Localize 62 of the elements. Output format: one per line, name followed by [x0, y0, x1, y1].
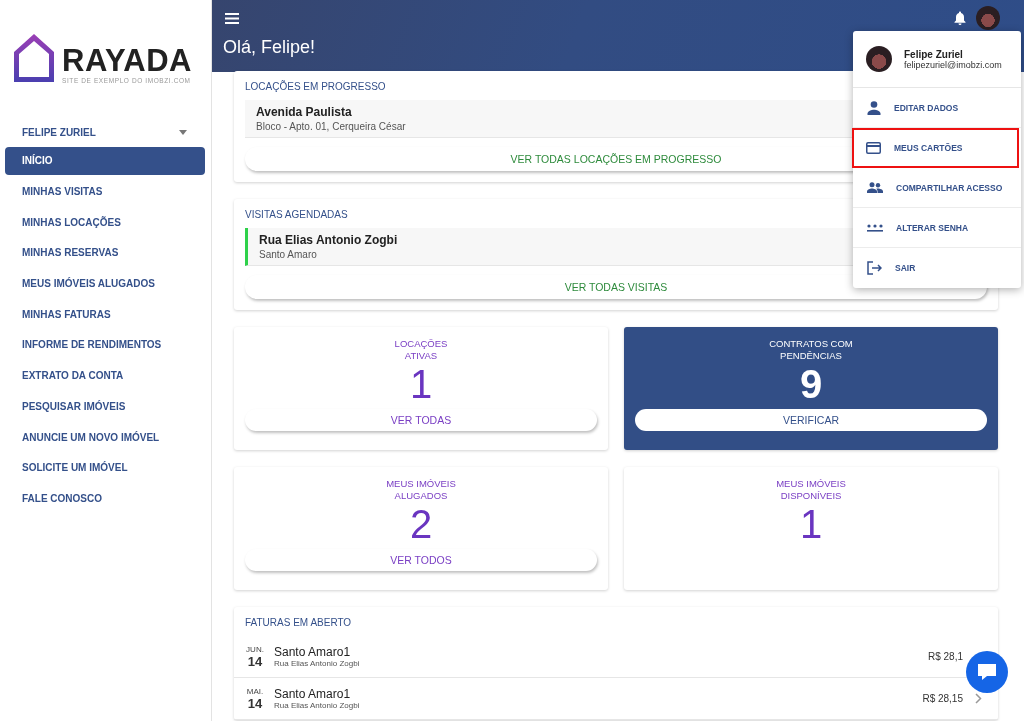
menu-item[interactable]: EDITAR DADOS	[853, 88, 1021, 128]
nav-item[interactable]: MINHAS VISITAS	[5, 178, 205, 207]
stat-label: CONTRATOS COM PENDÊNCIAS	[768, 338, 854, 362]
house-logo-icon	[12, 32, 56, 84]
nav-item[interactable]: INFORME DE RENDIMENTOS	[5, 331, 205, 360]
view-all-button[interactable]: VER TODAS VISITAS	[245, 275, 987, 299]
user-name: Felipe Zuriel	[904, 48, 964, 60]
logout-icon	[867, 261, 882, 275]
nav-item[interactable]: EXTRATO DA CONTA	[5, 362, 205, 391]
invoice-title: Santo Amaro1	[274, 687, 352, 701]
user-email: felipezuriel@imobzi.com	[904, 59, 1002, 70]
stat-button[interactable]: VER TODOS	[245, 549, 597, 571]
nav-item[interactable]: PESQUISAR IMÓVEIS	[5, 392, 205, 421]
item-subtitle: Bloco - Apto. 01, Cerqueira César	[256, 121, 406, 132]
nav-item[interactable]: MEUS IMÓVEIS ALUGADOS	[5, 270, 205, 299]
item-title: Avenida Paulista	[256, 105, 352, 119]
greeting: Olá, Felipe!	[223, 36, 316, 58]
stat-value: 1	[798, 502, 824, 546]
stat-button[interactable]: VER TODAS	[245, 409, 597, 431]
password-icon	[867, 223, 883, 232]
card-title: VISITAS AGENDADAS	[245, 209, 349, 220]
stat-label: MEUS IMÓVEIS DISPONÍVEIS	[775, 478, 847, 502]
invoice-address: Rua Elias Antonio Zogbi	[274, 701, 361, 710]
menu-item[interactable]: MEUS CARTÕES	[852, 128, 1019, 168]
nav-item[interactable]: SOLICITE UM IMÓVEL	[5, 454, 205, 483]
invoice-day: 14	[247, 695, 263, 711]
caret-icon	[179, 129, 187, 135]
invoice-amount: R$ 28,15	[922, 693, 963, 704]
nav-item[interactable]: MINHAS LOCAÇÕES	[5, 208, 205, 237]
card-title: FATURAS EM ABERTO	[245, 617, 353, 628]
stat-label: LOCAÇÕES ATIVAS	[393, 338, 449, 362]
nav-item[interactable]: ANUNCIE UM NOVO IMÓVEL	[5, 423, 205, 452]
people-icon	[867, 182, 883, 193]
menu-item[interactable]: ALTERAR SENHA	[853, 208, 1021, 248]
person-icon	[867, 100, 881, 115]
stat-label: MEUS IMÓVEIS ALUGADOS	[385, 478, 457, 502]
card-title: LOCAÇÕES EM PROGRESSO	[245, 81, 387, 92]
stat-button[interactable]: VERIFICAR	[635, 409, 987, 431]
user-dropdown[interactable]: FELIPE ZURIEL	[22, 124, 187, 140]
stat-value: 2	[408, 502, 434, 546]
invoice-title: Santo Amaro1	[274, 645, 352, 659]
invoice-month: MAI.	[246, 686, 264, 696]
stat-value: 1	[408, 362, 434, 406]
nav-item[interactable]: MINHAS RESERVAS	[5, 239, 205, 268]
chat-icon	[976, 662, 998, 682]
nav-item[interactable]: FALE CONOSCO	[5, 484, 205, 513]
nav-item[interactable]: INÍCIO	[5, 147, 205, 176]
chevron-icon	[975, 693, 982, 704]
avatar	[866, 46, 892, 72]
credit-card-icon	[866, 141, 881, 154]
invoice-day: 14	[247, 653, 263, 669]
logo-name: RAYADA	[62, 45, 192, 77]
bell-icon[interactable]	[954, 11, 966, 25]
invoice-address: Rua Elias Antonio Zogbi	[274, 659, 361, 668]
stat-value: 9	[798, 362, 824, 406]
nav-item[interactable]: MINHAS FATURAS	[5, 300, 205, 329]
invoice-month: JUN.	[246, 644, 264, 654]
menu-item[interactable]: COMPARTILHAR ACESSO	[853, 168, 1021, 208]
invoice-amount: R$ 28,1	[927, 651, 963, 662]
menu-icon[interactable]	[225, 12, 239, 24]
item-subtitle: Santo Amaro	[259, 249, 317, 260]
item-title: Rua Elias Antonio Zogbi	[259, 233, 398, 247]
